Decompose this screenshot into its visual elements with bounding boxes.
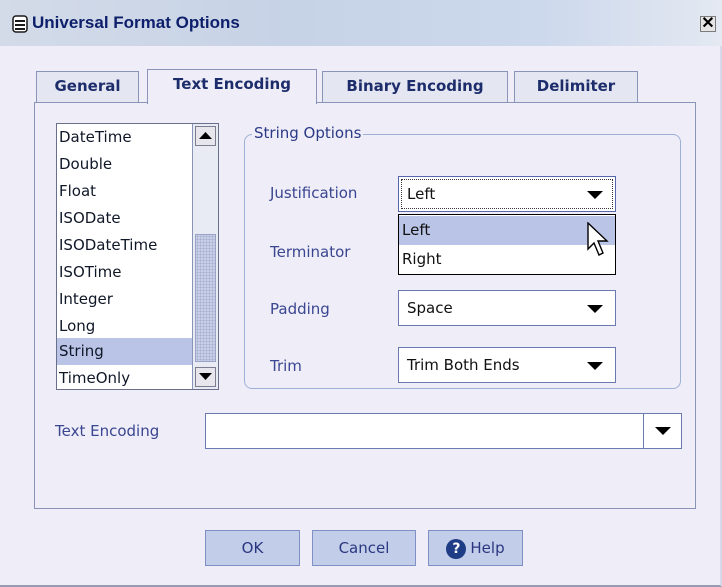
dropdown-option-left[interactable]: Left (399, 216, 615, 245)
justification-select[interactable]: Left (398, 176, 616, 212)
padding-value: Space (407, 299, 453, 317)
tab-delimiter[interactable]: Delimiter (514, 71, 638, 102)
app-icon (12, 15, 28, 33)
chevron-down-icon (587, 191, 603, 199)
title-bar[interactable]: Universal Format Options ✕ (0, 0, 722, 46)
trim-value: Trim Both Ends (407, 356, 520, 374)
cancel-button-label: Cancel (338, 539, 390, 557)
text-encoding-label: Text Encoding (55, 422, 160, 440)
terminator-label: Terminator (270, 243, 351, 261)
chevron-down-icon (587, 362, 603, 370)
ok-button-label: OK (241, 539, 264, 557)
window-title: Universal Format Options (32, 13, 240, 32)
scroll-up-button[interactable] (195, 126, 216, 146)
justification-dropdown-list[interactable]: Left Right (398, 214, 616, 275)
chevron-down-icon (587, 305, 603, 313)
scroll-down-button[interactable] (195, 367, 216, 387)
help-button-label: Help (470, 539, 505, 557)
dropdown-option-right[interactable]: Right (399, 245, 615, 274)
padding-label: Padding (270, 300, 330, 318)
justification-label: Justification (270, 184, 358, 202)
trim-label: Trim (270, 357, 302, 375)
tab-text-encoding[interactable]: Text Encoding (147, 69, 317, 104)
justification-value: Left (407, 185, 436, 203)
close-button[interactable]: ✕ (700, 16, 716, 32)
tab-binary-encoding-label: Binary Encoding (346, 77, 484, 95)
tab-text-encoding-label: Text Encoding (173, 75, 291, 93)
list-item-selected[interactable]: String (57, 338, 192, 365)
tab-general-label: General (54, 77, 121, 95)
list-item[interactable]: ISODate (57, 205, 192, 232)
list-item[interactable]: ISODateTime (57, 232, 192, 259)
list-item[interactable]: Double (57, 151, 192, 178)
list-item[interactable]: Float (57, 178, 192, 205)
list-item[interactable]: TimeOnly (57, 365, 192, 392)
tab-binary-encoding[interactable]: Binary Encoding (322, 71, 508, 102)
text-encoding-select[interactable] (205, 413, 682, 449)
cancel-button[interactable]: Cancel (312, 530, 416, 566)
string-options-label: String Options (252, 124, 364, 142)
scroll-up-arrow-icon (199, 132, 212, 139)
scroll-thumb[interactable] (195, 234, 216, 362)
trim-select[interactable]: Trim Both Ends (398, 347, 616, 383)
close-icon: ✕ (701, 15, 715, 32)
help-button[interactable]: ? Help (428, 530, 523, 566)
list-item[interactable]: DateTime (57, 124, 192, 151)
ok-button[interactable]: OK (205, 530, 300, 566)
scroll-down-arrow-icon (199, 373, 212, 380)
list-item[interactable]: Integer (57, 286, 192, 313)
list-item[interactable]: ISOTime (57, 259, 192, 286)
text-encoding-dropdown-button[interactable] (643, 414, 681, 448)
chevron-down-icon (655, 427, 671, 435)
tab-delimiter-label: Delimiter (536, 77, 616, 95)
help-question-icon: ? (446, 538, 467, 559)
universal-format-options-dialog: Universal Format Options ✕ General Text … (0, 0, 722, 587)
padding-select[interactable]: Space (398, 290, 616, 326)
list-scrollbar[interactable] (192, 124, 218, 389)
tab-general[interactable]: General (36, 71, 139, 102)
type-listbox[interactable]: DateTime Double Float ISODate ISODateTim… (56, 123, 219, 390)
list-item[interactable]: Long (57, 313, 192, 340)
mouse-pointer-icon (587, 222, 609, 256)
